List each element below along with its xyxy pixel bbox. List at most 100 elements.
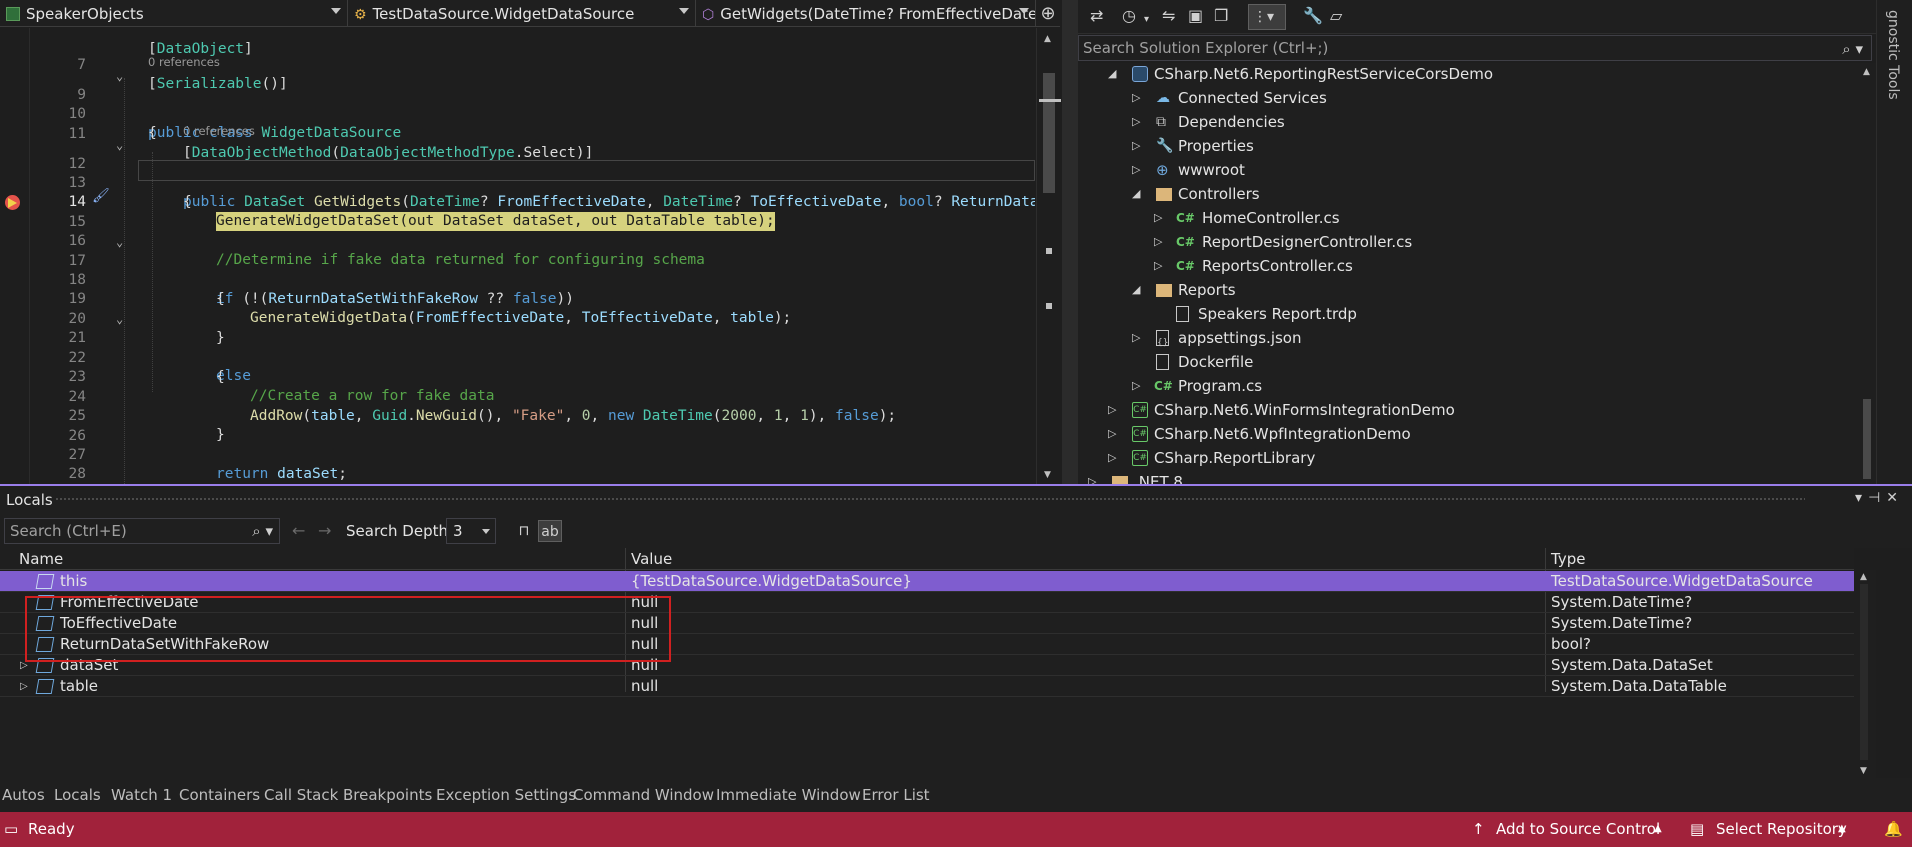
scroll-up-icon[interactable]: ▲ <box>1044 34 1051 44</box>
solution-explorer-scrollbar[interactable]: ▲ <box>1858 63 1876 484</box>
code-editor[interactable]: 🖌 [DataObject] 7 [Serializable()] 0 refe… <box>0 28 1035 484</box>
tree-item-label: Reports <box>1178 281 1236 299</box>
tab-locals[interactable]: Locals <box>54 782 101 808</box>
fold-chevron-icon[interactable]: ⌄ <box>116 136 123 155</box>
sync-with-document-icon[interactable]: ⇄ <box>1090 8 1103 24</box>
connected-services-icon: ☁ <box>1156 90 1170 106</box>
split-editor-button[interactable]: ⊕ <box>1036 0 1060 27</box>
expanded-arrow-icon[interactable]: ◢ <box>1132 278 1140 302</box>
locals-scrollbar[interactable]: ▲ ▼ <box>1854 570 1876 778</box>
drag-grip[interactable] <box>55 497 1805 502</box>
collapsed-arrow-icon[interactable]: ▷ <box>1108 398 1116 422</box>
collapsed-arrow-icon[interactable]: ▷ <box>1108 446 1116 470</box>
window-position-icon[interactable]: ▾ <box>1855 490 1868 506</box>
expanded-arrow-icon[interactable]: ◢ <box>1108 63 1116 86</box>
tab-command-window[interactable]: Command Window <box>573 782 714 808</box>
locals-row[interactable]: ▷ table null System.Data.DataTable <box>0 676 1854 697</box>
expand-arrow-icon[interactable]: ▷ <box>20 676 28 697</box>
chevron-up-icon[interactable]: ▲ <box>1838 823 1846 834</box>
folder-icon <box>1156 284 1172 297</box>
tab-breakpoints[interactable]: Breakpoints <box>343 782 432 808</box>
tab-autos[interactable]: Autos <box>2 782 45 808</box>
notifications-bell-icon[interactable]: 🔔 <box>1884 820 1903 838</box>
locals-grid[interactable]: Name Value Type this {TestDataSource.Wid… <box>0 548 1854 778</box>
pin-icon[interactable]: ⊓ <box>512 520 536 542</box>
notification-icon[interactable]: ▭ <box>4 820 18 838</box>
scroll-down-icon[interactable]: ▼ <box>1044 470 1051 480</box>
expanded-arrow-icon[interactable]: ◢ <box>1132 182 1140 206</box>
scrollbar-thumb[interactable] <box>1863 399 1871 479</box>
row-value[interactable]: {TestDataSource.WidgetDataSource} <box>631 571 912 592</box>
scroll-up-icon[interactable]: ▲ <box>1863 67 1870 77</box>
preview-icon[interactable]: ▱ <box>1330 8 1342 24</box>
solution-explorer-search[interactable]: Search Solution Explorer (Ctrl+;) ⌕ ▾ <box>1078 35 1872 61</box>
collapsed-arrow-icon[interactable]: ▷ <box>1132 326 1140 350</box>
csharp-project-icon: C# <box>1132 426 1148 442</box>
search-forward-arrow-icon[interactable]: → <box>318 521 331 540</box>
column-header-name[interactable]: Name <box>19 548 63 570</box>
collapsed-arrow-icon[interactable]: ▷ <box>1154 230 1162 254</box>
solution-explorer-tree[interactable]: ◢ CSharp.Net6.ReportingRestServiceCorsDe… <box>1078 63 1858 484</box>
scrollbar-thumb[interactable] <box>1860 584 1868 760</box>
member-dropdown[interactable]: ⬡ GetWidgets(DateTime? FromEffectiveDate… <box>696 0 1036 27</box>
column-header-type[interactable]: Type <box>1551 548 1585 570</box>
tab-watch-1[interactable]: Watch 1 <box>111 782 172 808</box>
tab-exception-settings[interactable]: Exception Settings <box>436 782 576 808</box>
web-project-icon <box>1132 66 1148 82</box>
scrollbar-thumb[interactable] <box>1043 73 1055 193</box>
switch-views-icon[interactable]: ⇋ <box>1162 8 1175 24</box>
search-icon[interactable]: ⌕ ▾ <box>1842 40 1863 58</box>
tab-call-stack[interactable]: Call Stack <box>264 782 338 808</box>
fold-chevron-icon[interactable]: ⌄ <box>116 67 123 86</box>
properties-wrench-icon[interactable]: 🔧 <box>1303 8 1323 24</box>
fold-chevron-icon[interactable]: ⌄ <box>116 233 123 252</box>
select-repository-button[interactable]: Select Repository <box>1716 820 1847 838</box>
collapsed-arrow-icon[interactable]: ▷ <box>1154 206 1162 230</box>
tab-immediate-window[interactable]: Immediate Window <box>716 782 861 808</box>
search-icon[interactable]: ⌕ ▾ <box>252 519 273 543</box>
search-back-arrow-icon[interactable]: ← <box>292 521 305 540</box>
code-line: 11 [DataObjectMethod(DataObjectMethodTyp… <box>68 126 594 161</box>
tree-item-label: Properties <box>1178 137 1254 155</box>
view-as-hex-icon[interactable]: ab <box>538 520 562 542</box>
scroll-up-icon[interactable]: ▲ <box>1860 572 1867 582</box>
locals-search-input[interactable]: Search (Ctrl+E) ⌕ ▾ <box>4 518 280 544</box>
chevron-down-icon[interactable]: ▾ <box>1144 12 1149 28</box>
tab-error-list[interactable]: Error List <box>862 782 930 808</box>
tab-containers[interactable]: Containers <box>179 782 260 808</box>
tree-item-label: Dependencies <box>1178 113 1285 131</box>
csharp-file-icon: C# <box>1176 235 1195 249</box>
column-header-value[interactable]: Value <box>631 548 672 570</box>
scroll-down-icon[interactable]: ▼ <box>1860 766 1867 776</box>
code-line: 28 } <box>68 466 86 482</box>
type-dropdown[interactable]: ⚙ TestDataSource.WidgetDataSource <box>348 0 696 27</box>
collapsed-arrow-icon[interactable]: ▷ <box>1154 254 1162 278</box>
editor-scrollbar[interactable]: ▲ ▼ <box>1036 28 1062 484</box>
diagnostic-tools-tab[interactable]: gnostic Tools <box>1885 10 1901 100</box>
pane-splitter[interactable] <box>1062 0 1078 484</box>
add-to-source-control-button[interactable]: Add to Source Control <box>1496 820 1660 838</box>
fold-chevron-icon[interactable]: ⌄ <box>116 310 123 329</box>
collapsed-arrow-icon[interactable]: ▷ <box>1132 158 1140 182</box>
collapsed-arrow-icon[interactable]: ▷ <box>1132 374 1140 398</box>
close-icon[interactable]: ✕ <box>1886 490 1904 506</box>
solution-explorer-toolbar: ⇄ ◷ ▾ ⇋ ▣ ❐ ⋮▾ 🔧 ▱ <box>1078 0 1912 34</box>
diagnostic-tools-tab-strip[interactable]: gnostic Tools <box>1876 0 1912 484</box>
collapsed-arrow-icon[interactable]: ▷ <box>1132 134 1140 158</box>
collapsed-arrow-icon[interactable]: ▷ <box>1132 110 1140 134</box>
locals-row-selected[interactable]: this {TestDataSource.WidgetDataSource} T… <box>0 571 1854 592</box>
code-line: 19 GenerateWidgetData(FromEffectiveDate,… <box>68 291 792 326</box>
collapsed-arrow-icon[interactable]: ▷ <box>1108 422 1116 446</box>
collapsed-arrow-icon[interactable]: ▷ <box>1088 470 1096 484</box>
scroll-marker <box>1046 248 1052 254</box>
row-value[interactable]: null <box>631 676 658 697</box>
chevron-up-icon[interactable]: ▲ <box>1654 823 1662 834</box>
collapsed-arrow-icon[interactable]: ▷ <box>1132 86 1140 110</box>
history-icon[interactable]: ◷ <box>1122 8 1136 24</box>
show-all-files-icon[interactable]: ❐ <box>1214 8 1228 24</box>
project-dropdown[interactable]: SpeakerObjects <box>0 0 348 27</box>
collapse-all-icon[interactable]: ▣ <box>1188 8 1203 24</box>
search-depth-dropdown[interactable]: 3 <box>446 518 496 544</box>
auto-hide-pin-icon[interactable]: ⊣ <box>1868 490 1886 506</box>
view-mode-icon[interactable]: ⋮▾ <box>1248 4 1286 30</box>
